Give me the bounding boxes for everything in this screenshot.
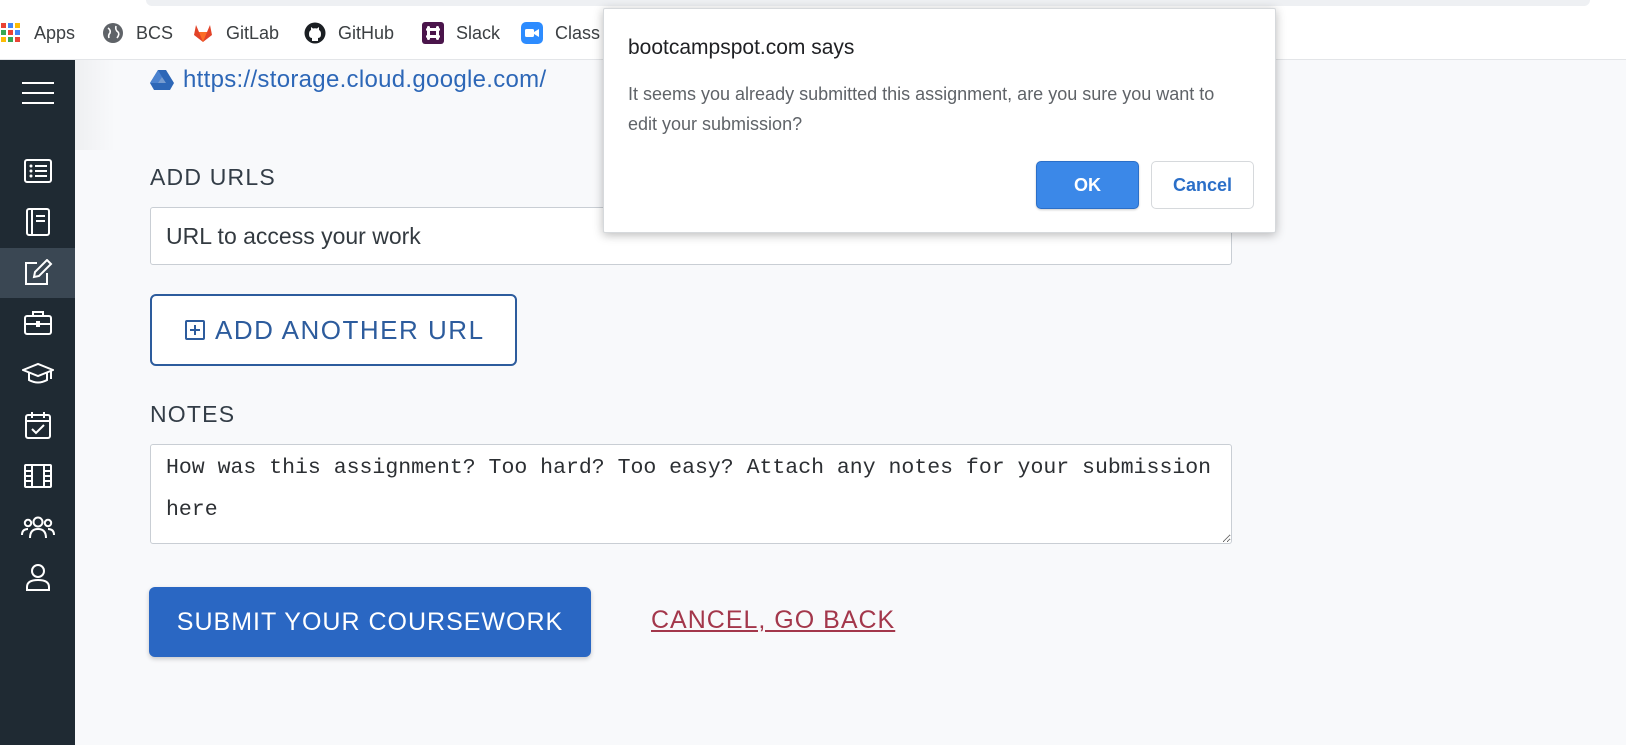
bookmark-label: BCS bbox=[136, 22, 174, 43]
user-icon bbox=[25, 564, 50, 591]
sidebar-menu-button[interactable] bbox=[0, 68, 75, 118]
dialog-message: It seems you already submitted this assi… bbox=[628, 84, 1215, 134]
add-urls-label: ADD URLS bbox=[150, 164, 276, 190]
sidebar-nav bbox=[0, 60, 75, 745]
slack-icon bbox=[422, 22, 444, 44]
plus-square-icon bbox=[185, 320, 205, 340]
film-icon bbox=[23, 464, 52, 488]
google-drive-icon bbox=[150, 70, 174, 90]
notes-label: NOTES bbox=[150, 401, 236, 427]
bookmark-label: GitLab bbox=[226, 22, 280, 43]
dialog-cancel-button[interactable]: Cancel bbox=[1151, 161, 1254, 209]
sidebar-item-edit[interactable] bbox=[0, 248, 75, 298]
confirm-dialog: bootcampspot.com says It seems you alrea… bbox=[603, 8, 1276, 233]
bookmark-gitlab[interactable]: GitLab bbox=[192, 20, 279, 46]
submitted-link-text: https://storage.cloud.google.com/ bbox=[183, 66, 547, 93]
notes-textarea[interactable] bbox=[150, 444, 1232, 544]
sidebar-item-book[interactable] bbox=[0, 197, 75, 247]
dialog-ok-button[interactable]: OK bbox=[1036, 161, 1139, 209]
bookmark-github[interactable]: GitHub bbox=[304, 20, 394, 46]
zoom-icon bbox=[521, 22, 543, 44]
menu-icon bbox=[21, 82, 54, 104]
book-icon bbox=[25, 208, 50, 236]
calendar-check-icon bbox=[24, 412, 51, 439]
globe-icon bbox=[102, 22, 124, 44]
sidebar-item-briefcase[interactable] bbox=[0, 298, 75, 348]
edit-icon bbox=[24, 259, 52, 285]
bookmark-label: Apps bbox=[34, 22, 76, 43]
sidebar-item-calendar[interactable] bbox=[0, 400, 75, 450]
bookmark-slack[interactable]: Slack bbox=[422, 20, 500, 46]
add-url-label: ADD ANOTHER URL bbox=[215, 314, 485, 345]
bookmark-apps[interactable]: Apps bbox=[0, 20, 75, 46]
sidebar-item-people[interactable] bbox=[0, 502, 75, 552]
dialog-title: bootcampspot.com says bbox=[628, 36, 855, 59]
sidebar-item-graduation[interactable] bbox=[0, 349, 75, 399]
address-bar-edge bbox=[146, 0, 1590, 6]
gitlab-icon bbox=[192, 22, 214, 44]
users-icon bbox=[20, 516, 55, 539]
sidebar-item-profile[interactable] bbox=[0, 552, 75, 602]
briefcase-icon bbox=[23, 311, 52, 335]
sidebar-item-videos[interactable] bbox=[0, 451, 75, 501]
submit-coursework-button[interactable]: SUBMIT YOUR COURSEWORK bbox=[149, 587, 591, 657]
add-another-url-button[interactable]: ADD ANOTHER URL bbox=[150, 294, 517, 366]
submitted-link[interactable]: https://storage.cloud.google.com/ bbox=[149, 66, 546, 94]
apps-grid-icon bbox=[0, 22, 22, 44]
bookmark-bcs[interactable]: BCS bbox=[102, 20, 173, 46]
bookmark-class[interactable]: Class bbox=[521, 20, 600, 46]
list-icon bbox=[23, 159, 52, 183]
bookmark-label: GitHub bbox=[338, 22, 395, 43]
main-shadow bbox=[75, 60, 115, 150]
bookmark-label: Slack bbox=[456, 22, 501, 43]
github-icon bbox=[304, 22, 326, 44]
graduation-cap-icon bbox=[21, 362, 54, 384]
sidebar-item-list[interactable] bbox=[0, 146, 75, 196]
cancel-go-back-link[interactable]: CANCEL, GO BACK bbox=[651, 606, 895, 635]
bookmark-label: Class bbox=[555, 22, 601, 43]
